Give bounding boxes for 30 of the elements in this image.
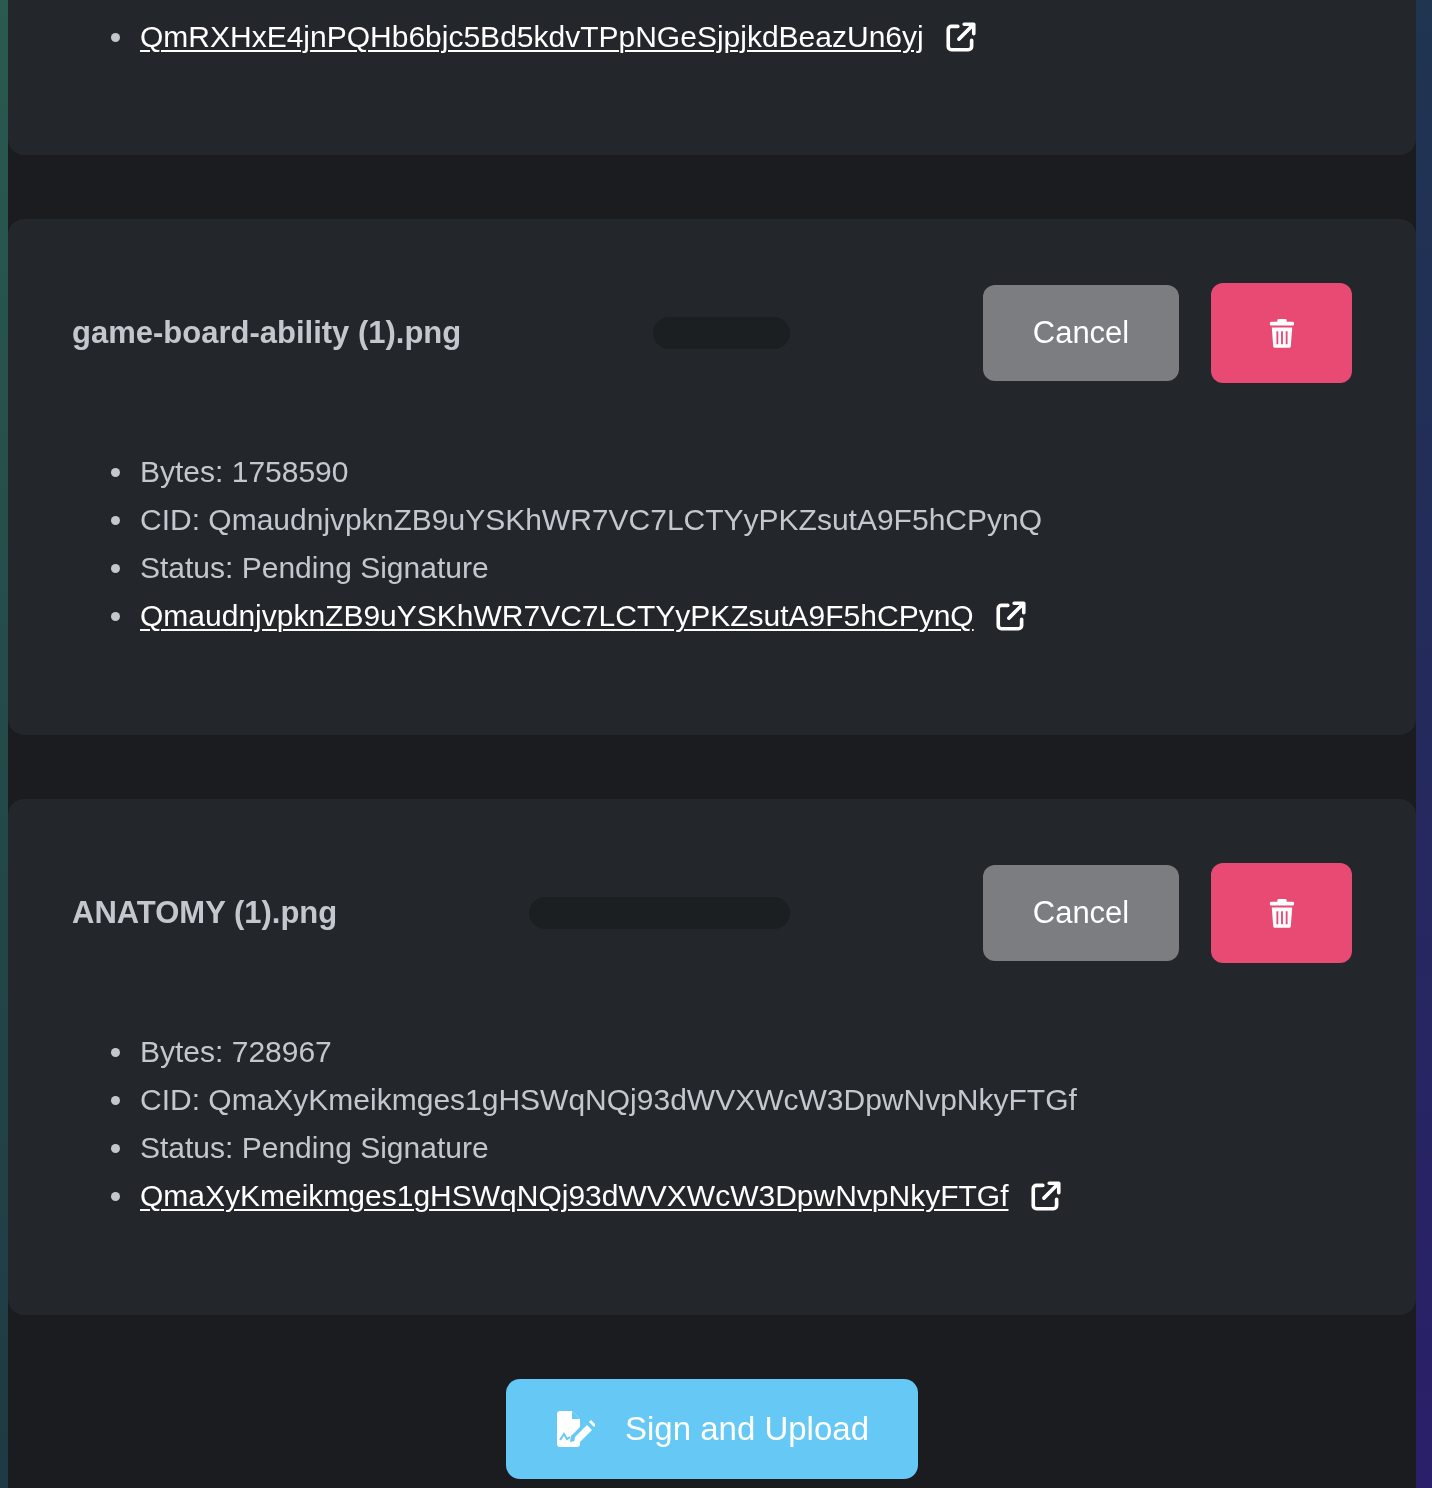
external-link-icon[interactable]: [993, 599, 1028, 633]
detail-text: Status: Pending Signature: [140, 551, 489, 585]
bullet-icon: [111, 1095, 120, 1105]
cid-link[interactable]: QmaXyKmeikmges1gHSWqNQj93dWVXWcW3DpwNvpNkyFTGf: [140, 1179, 1009, 1213]
file-name: game-board-ability (1).png: [72, 315, 462, 351]
cid-link[interactable]: QmRXHxE4jnPQHb6bjc5Bd5kdvTPpNGeSjpjkdBeazUn6yj: [140, 20, 924, 54]
signature-document-icon: [555, 1411, 595, 1447]
bullet-icon: [111, 611, 120, 621]
file-name: ANATOMY (1).png: [72, 895, 338, 931]
trash-icon: [1268, 317, 1295, 349]
delete-button[interactable]: [1211, 283, 1352, 383]
bullet-icon: [111, 467, 120, 477]
external-link-icon[interactable]: [943, 20, 978, 54]
trash-icon: [1268, 897, 1295, 929]
cid-link[interactable]: QmaudnjvpknZB9uYSKhWR7VC7LCTYyPKZsutA9F5hCPynQ: [140, 599, 974, 633]
cancel-button[interactable]: Cancel: [983, 285, 1179, 381]
bullet-icon: [111, 32, 120, 42]
detail-text: Bytes: 728967: [140, 1035, 332, 1069]
bullet-icon: [111, 1143, 120, 1153]
detail-text: CID: QmaXyKmeikmges1gHSWqNQj93dWVXWcW3DpwNvpNkyFTGf: [140, 1083, 1077, 1117]
detail-text: CID: QmaudnjvpknZB9uYSKhWR7VC7LCTYyPKZsutA9F5hCPynQ: [140, 503, 1042, 537]
bullet-icon: [111, 563, 120, 573]
external-link-icon[interactable]: [1028, 1179, 1063, 1213]
bullet-icon: [111, 1191, 120, 1201]
detail-text: Bytes: 1758590: [140, 455, 349, 489]
bullet-icon: [111, 515, 120, 525]
detail-text: Status: Pending Signature: [140, 1131, 489, 1165]
delete-button[interactable]: [1211, 863, 1352, 963]
bullet-icon: [111, 1047, 120, 1057]
cancel-button[interactable]: Cancel: [983, 865, 1179, 961]
